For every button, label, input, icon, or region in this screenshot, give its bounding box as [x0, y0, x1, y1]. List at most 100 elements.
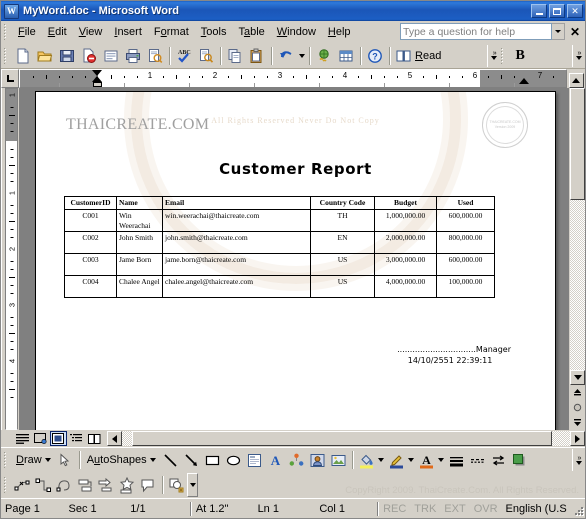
autoshapes-toolbar-gripper[interactable]	[3, 477, 9, 493]
status-language[interactable]: English (U.S	[502, 503, 571, 515]
insert-table-icon[interactable]	[335, 45, 357, 67]
sidebar-item-web-layout-view[interactable]	[32, 431, 49, 446]
rectangle-icon[interactable]	[202, 450, 223, 471]
bold-button[interactable]: B	[509, 45, 531, 67]
line-icon[interactable]	[160, 450, 181, 471]
formatting-toolbar-options-button[interactable]: »	[572, 44, 585, 67]
left-indent-box[interactable]	[93, 82, 102, 87]
new-document-icon[interactable]	[12, 45, 34, 67]
maximize-button[interactable]	[549, 4, 565, 18]
toolbar-gripper[interactable]	[3, 47, 9, 64]
document-page[interactable]: All Rights Reserved Never Do Not Copy TH…	[35, 91, 556, 430]
scroll-up-button[interactable]	[568, 73, 584, 88]
autoshapes-toolbar-expand-button[interactable]	[187, 473, 198, 497]
horizontal-scroll-track[interactable]	[122, 431, 570, 446]
close-button[interactable]: ✕	[567, 4, 583, 18]
insert-picture-icon[interactable]	[328, 450, 349, 471]
line-color-dropdown-arrow[interactable]	[407, 450, 416, 471]
menu-item-window[interactable]: Window	[271, 24, 322, 40]
drawing-toolbar-options-button[interactable]: »	[572, 449, 585, 471]
horizontal-scroll-thumb[interactable]	[132, 431, 552, 446]
permission-icon[interactable]	[78, 45, 100, 67]
vertical-scroll-thumb[interactable]	[570, 88, 585, 200]
status-ext-indicator[interactable]: EXT	[440, 503, 469, 515]
status-line[interactable]: Ln 1	[254, 503, 316, 515]
menu-item-table[interactable]: Table	[232, 24, 270, 40]
formatting-toolbar-gripper[interactable]	[500, 47, 507, 64]
status-page-of[interactable]: 1/1	[126, 503, 190, 515]
status-page[interactable]: Page 1	[1, 503, 65, 515]
scroll-left-button[interactable]	[107, 431, 122, 446]
status-column[interactable]: Col 1	[315, 503, 377, 515]
wordart-icon[interactable]: A	[265, 450, 286, 471]
insert-hyperlink-icon[interactable]	[313, 45, 335, 67]
open-folder-icon[interactable]	[34, 45, 56, 67]
print-preview-icon[interactable]	[144, 45, 166, 67]
close-icon[interactable]: ✕	[567, 23, 583, 40]
research-icon[interactable]	[195, 45, 217, 67]
tab-stop-selector[interactable]	[1, 69, 19, 88]
status-ovr-indicator[interactable]: OVR	[470, 503, 502, 515]
sidebar-item-normal-view[interactable]	[14, 431, 31, 446]
sidebar-item-print-layout-view[interactable]	[50, 431, 67, 446]
stars-banners-icon[interactable]	[117, 475, 138, 496]
sidebar-item-outline-view[interactable]	[68, 431, 85, 446]
font-color-icon[interactable]: A	[416, 450, 437, 471]
copy-icon[interactable]	[224, 45, 246, 67]
connector-icon[interactable]	[33, 475, 54, 496]
menu-item-edit[interactable]: Edit	[42, 24, 73, 40]
menu-item-file[interactable]: File	[12, 24, 42, 40]
line-color-icon[interactable]	[386, 450, 407, 471]
vertical-ruler[interactable]: 1 1 2 3 4	[1, 88, 19, 430]
document-canvas[interactable]: All Rights Reserved Never Do Not Copy TH…	[19, 88, 569, 430]
fill-color-icon[interactable]	[356, 450, 377, 471]
scroll-down-button[interactable]	[570, 370, 585, 385]
chevron-down-icon[interactable]	[552, 23, 565, 40]
arrow-style-icon[interactable]	[488, 450, 509, 471]
dash-style-icon[interactable]	[467, 450, 488, 471]
shape-node-edit-icon[interactable]	[12, 475, 33, 496]
read-button[interactable]: Read	[393, 47, 446, 65]
status-trk-indicator[interactable]: TRK	[410, 503, 440, 515]
previous-page-button[interactable]	[570, 385, 585, 400]
select-objects-icon[interactable]	[55, 450, 76, 471]
flowchart-icon[interactable]	[75, 475, 96, 496]
ask-a-question-input[interactable]: Type a question for help	[400, 23, 552, 40]
shadow-style-icon[interactable]	[509, 450, 530, 471]
menu-item-tools[interactable]: Tools	[195, 24, 233, 40]
callouts-icon[interactable]	[138, 475, 159, 496]
autoshapes-menu-button[interactable]: AutoShapes	[83, 452, 160, 468]
draw-menu-button[interactable]: Draw	[12, 452, 55, 468]
indent-marker-right[interactable]	[519, 78, 529, 84]
menu-item-insert[interactable]: Insert	[108, 24, 148, 40]
resize-grip-icon[interactable]	[571, 501, 585, 517]
freeform-icon[interactable]	[54, 475, 75, 496]
menu-bar-gripper[interactable]	[3, 23, 9, 40]
diagram-icon[interactable]	[286, 450, 307, 471]
status-rec-indicator[interactable]: REC	[379, 503, 410, 515]
undo-icon[interactable]	[275, 45, 297, 67]
help-icon[interactable]: ?	[364, 45, 386, 67]
save-disk-icon[interactable]	[56, 45, 78, 67]
scroll-right-button[interactable]	[570, 431, 585, 446]
drawing-toolbar-gripper[interactable]	[3, 452, 9, 468]
more-autoshapes-icon[interactable]	[166, 475, 187, 496]
clip-art-icon[interactable]	[307, 450, 328, 471]
status-section[interactable]: Sec 1	[65, 503, 127, 515]
status-at[interactable]: At 1.2"	[192, 503, 254, 515]
line-style-icon[interactable]	[446, 450, 467, 471]
sidebar-item-reading-layout-view[interactable]	[86, 431, 103, 446]
print-icon[interactable]	[122, 45, 144, 67]
toolbar-options-button[interactable]: »	[487, 44, 501, 67]
menu-item-help[interactable]: Help	[322, 24, 357, 40]
select-browse-object-button[interactable]	[570, 400, 585, 415]
menu-item-view[interactable]: View	[73, 24, 109, 40]
paste-icon[interactable]	[246, 45, 268, 67]
horizontal-ruler[interactable]: 1 2 3 4 5 6 7	[19, 69, 567, 88]
next-page-button[interactable]	[570, 415, 585, 430]
email-icon[interactable]	[100, 45, 122, 67]
fill-color-dropdown-arrow[interactable]	[377, 450, 386, 471]
minimize-button[interactable]	[531, 4, 547, 18]
oval-icon[interactable]	[223, 450, 244, 471]
vertical-scroll-track[interactable]	[570, 88, 585, 370]
